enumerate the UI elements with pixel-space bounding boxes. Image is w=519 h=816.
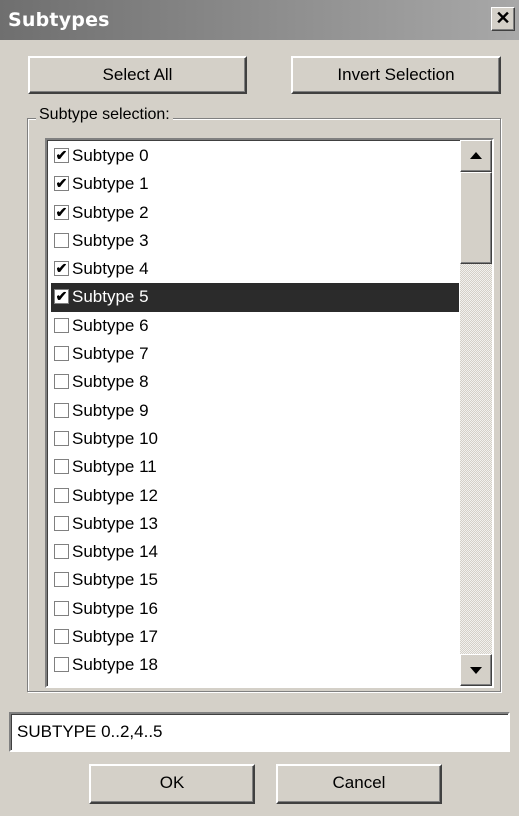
select-all-button[interactable]: Select All <box>28 56 247 94</box>
list-item-label: Subtype 11 <box>72 457 157 477</box>
list-item[interactable]: ✔ Subtype 1 <box>51 170 459 198</box>
checkbox[interactable] <box>54 600 69 616</box>
list-item-label: Subtype 8 <box>72 372 149 392</box>
list-item-label: Subtype 5 <box>72 287 149 307</box>
ok-button[interactable]: OK <box>89 764 255 804</box>
cancel-button[interactable]: Cancel <box>276 764 442 804</box>
title-bar[interactable]: Subtypes ✕ <box>0 0 519 40</box>
list-item[interactable]: ✔ Subtype 2 <box>51 199 459 227</box>
check-icon: ✔ <box>55 288 68 305</box>
checkbox[interactable] <box>54 402 69 418</box>
list-item[interactable]: Subtype 12 <box>51 482 459 510</box>
list-item-label: Subtype 12 <box>72 485 159 505</box>
checkbox[interactable]: ✔ <box>54 288 69 305</box>
list-item[interactable]: Subtype 3 <box>51 227 459 255</box>
list-item-label: Subtype 13 <box>72 513 159 533</box>
checkbox[interactable] <box>54 430 69 446</box>
list-item[interactable]: Subtype 15 <box>51 566 459 594</box>
check-icon: ✔ <box>55 147 68 163</box>
checkbox[interactable]: ✔ <box>54 175 69 192</box>
checkbox[interactable] <box>54 515 69 531</box>
list-item[interactable]: Subtype 17 <box>51 623 459 651</box>
list-item-label: Subtype 14 <box>72 542 159 562</box>
checkbox[interactable] <box>54 317 69 333</box>
list-item-label: Subtype 17 <box>72 627 159 647</box>
list-item-label: Subtype 6 <box>72 315 149 335</box>
arrow-up-icon <box>470 152 482 159</box>
list-item-label: Subtype 9 <box>72 400 149 420</box>
scroll-up-button[interactable] <box>460 140 492 172</box>
list-item-label: Subtype 18 <box>72 655 159 675</box>
checkbox[interactable] <box>54 346 69 362</box>
checkbox[interactable] <box>54 232 69 248</box>
list-item[interactable]: Subtype 7 <box>51 340 459 368</box>
check-icon: ✔ <box>55 260 68 277</box>
checkbox[interactable]: ✔ <box>54 260 69 277</box>
subtype-list: ✔ Subtype 0 ✔ Subtype 1 ✔ Subtype 2 Subtype 3 ✔… <box>51 142 459 680</box>
close-icon: ✕ <box>495 8 511 28</box>
checkbox[interactable] <box>54 459 69 475</box>
subtype-listbox[interactable]: ✔ Subtype 0 ✔ Subtype 1 ✔ Subtype 2 Subtype 3 ✔… <box>45 138 494 688</box>
list-item-label: Subtype 3 <box>72 230 149 250</box>
select-all-label: Select All <box>102 65 173 84</box>
cancel-label: Cancel <box>332 773 386 792</box>
checkbox[interactable] <box>54 487 69 503</box>
list-item[interactable]: Subtype 16 <box>51 595 459 623</box>
list-item-label: Subtype 4 <box>72 259 149 279</box>
ok-label: OK <box>159 773 185 792</box>
list-item-label: Subtype 15 <box>72 570 159 590</box>
list-item-label: Subtype 0 <box>72 146 149 165</box>
window-title: Subtypes <box>8 9 110 31</box>
invert-selection-button[interactable]: Invert Selection <box>291 56 501 94</box>
invert-selection-label: Invert Selection <box>337 65 455 84</box>
list-item-label: Subtype 2 <box>72 202 149 222</box>
list-item[interactable]: Subtype 18 <box>51 651 459 679</box>
subtypes-dialog: Subtypes ✕ Select All Invert Selection S… <box>0 0 519 816</box>
list-item-label: Subtype 16 <box>72 598 159 618</box>
checkbox[interactable] <box>54 657 69 673</box>
list-item[interactable]: Subtype 10 <box>51 425 459 453</box>
checkbox[interactable]: ✔ <box>54 203 69 220</box>
list-item[interactable]: Subtype 13 <box>51 510 459 538</box>
scroll-down-button[interactable] <box>460 654 492 686</box>
check-icon: ✔ <box>55 203 68 220</box>
check-icon: ✔ <box>55 175 68 192</box>
list-item[interactable]: ✔ Subtype 5 <box>51 283 459 312</box>
scroll-thumb[interactable] <box>460 172 492 264</box>
list-item[interactable]: Subtype 8 <box>51 368 459 396</box>
list-item[interactable]: Subtype 9 <box>51 397 459 425</box>
vertical-scrollbar[interactable] <box>460 140 492 686</box>
list-item[interactable]: Subtype 11 <box>51 453 459 481</box>
close-button[interactable]: ✕ <box>491 7 515 31</box>
list-item[interactable]: Subtype 6 <box>51 312 459 340</box>
arrow-down-icon <box>470 667 482 674</box>
checkbox[interactable] <box>54 629 69 645</box>
checkbox[interactable] <box>54 374 69 390</box>
list-item-label: Subtype 1 <box>72 174 149 194</box>
list-item[interactable]: Subtype 14 <box>51 538 459 566</box>
list-item[interactable]: ✔ Subtype 0 <box>51 142 459 170</box>
checkbox[interactable] <box>54 544 69 560</box>
subtype-summary-field[interactable]: SUBTYPE 0..2,4..5 <box>9 712 510 752</box>
list-item-label: Subtype 10 <box>72 428 159 448</box>
list-item-label: Subtype 7 <box>72 344 149 364</box>
list-item[interactable]: ✔ Subtype 4 <box>51 255 459 283</box>
group-label: Subtype selection: <box>36 106 173 124</box>
checkbox[interactable]: ✔ <box>54 148 69 163</box>
checkbox[interactable] <box>54 572 69 588</box>
